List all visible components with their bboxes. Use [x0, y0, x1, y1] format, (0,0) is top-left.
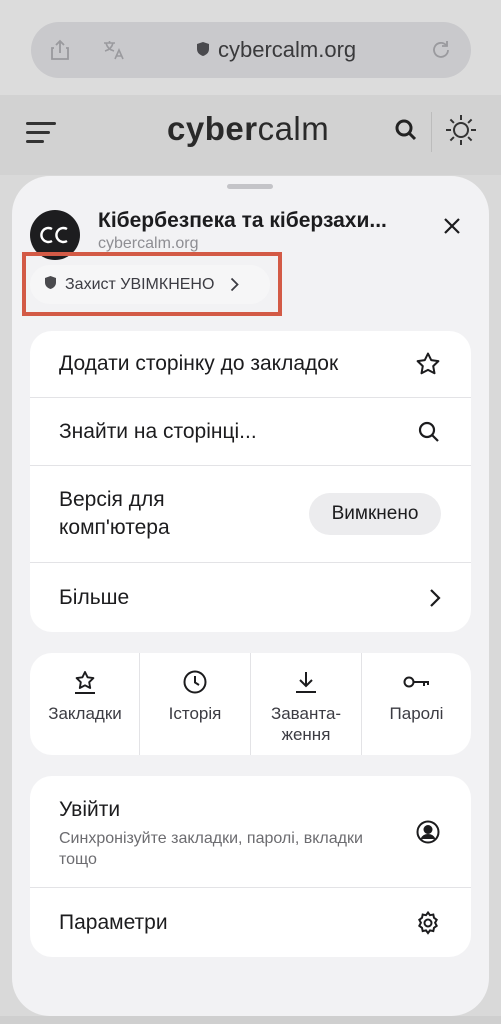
sign-in-title: Увійти	[59, 798, 121, 821]
add-bookmark-label: Додати сторінку до закладок	[59, 352, 339, 375]
bookmark-star-icon	[73, 667, 97, 697]
add-bookmark-item[interactable]: Додати сторінку до закладок	[30, 331, 471, 397]
find-in-page-label: Знайти на сторінці...	[59, 419, 257, 443]
desktop-version-item[interactable]: Версія для комп'ютера Вимкнено	[30, 466, 471, 562]
highlight-box	[22, 252, 282, 316]
passwords-label: Паролі	[389, 704, 444, 723]
star-icon	[415, 351, 441, 377]
settings-item[interactable]: Параметри	[30, 888, 471, 957]
sign-in-item[interactable]: Увійти Синхронізуйте закладки, паролі, в…	[30, 776, 471, 887]
account-icon	[415, 819, 441, 845]
header-divider	[431, 112, 432, 152]
desktop-version-label: Версія для комп'ютера	[59, 488, 170, 539]
desktop-version-toggle[interactable]: Вимкнено	[309, 493, 441, 535]
find-in-page-item[interactable]: Знайти на сторінці...	[30, 398, 471, 465]
theme-toggle-icon[interactable]	[445, 113, 477, 152]
search-icon	[417, 420, 441, 444]
account-card: Увійти Синхронізуйте закладки, паролі, в…	[30, 776, 471, 957]
more-item[interactable]: Більше	[30, 563, 471, 632]
quick-actions-card: Закладки Історія Заванта- ження Паролі	[30, 653, 471, 755]
url-text: cybercalm.org	[218, 37, 357, 62]
lock-shield-icon	[196, 37, 210, 63]
chevron-right-icon	[429, 588, 441, 608]
site-logo[interactable]: cybercalm	[167, 110, 329, 148]
page-actions-card: Додати сторінку до закладок Знайти на ст…	[30, 331, 471, 632]
history-button[interactable]: Історія	[140, 653, 250, 755]
downloads-button[interactable]: Заванта- ження	[251, 653, 361, 755]
passwords-button[interactable]: Паролі	[362, 653, 471, 755]
clock-icon	[182, 667, 208, 697]
downloads-label: Заванта- ження	[270, 704, 342, 744]
site-title: Кібербезпека та кіберзахи...	[98, 209, 387, 232]
site-search-icon[interactable]	[393, 117, 419, 148]
share-icon[interactable]	[48, 38, 72, 62]
close-button[interactable]	[432, 206, 472, 246]
sheet-grabber[interactable]	[227, 184, 273, 189]
settings-label: Параметри	[59, 910, 168, 934]
download-icon	[294, 667, 318, 697]
address-bar[interactable]: cybercalm.org	[31, 22, 471, 78]
background-page-edge	[0, 1016, 501, 1024]
menu-icon[interactable]	[26, 122, 58, 146]
history-label: Історія	[168, 704, 222, 723]
site-domain: cybercalm.org	[98, 235, 199, 252]
bookmarks-button[interactable]: Закладки	[30, 653, 140, 755]
gear-icon	[415, 910, 441, 936]
key-icon	[403, 667, 431, 697]
more-label: Більше	[59, 585, 130, 609]
sign-in-subtitle: Синхронізуйте закладки, паролі, вкладки …	[59, 830, 363, 868]
translate-icon[interactable]	[102, 38, 126, 62]
reload-icon[interactable]	[429, 38, 453, 62]
bookmarks-label: Закладки	[48, 704, 122, 723]
